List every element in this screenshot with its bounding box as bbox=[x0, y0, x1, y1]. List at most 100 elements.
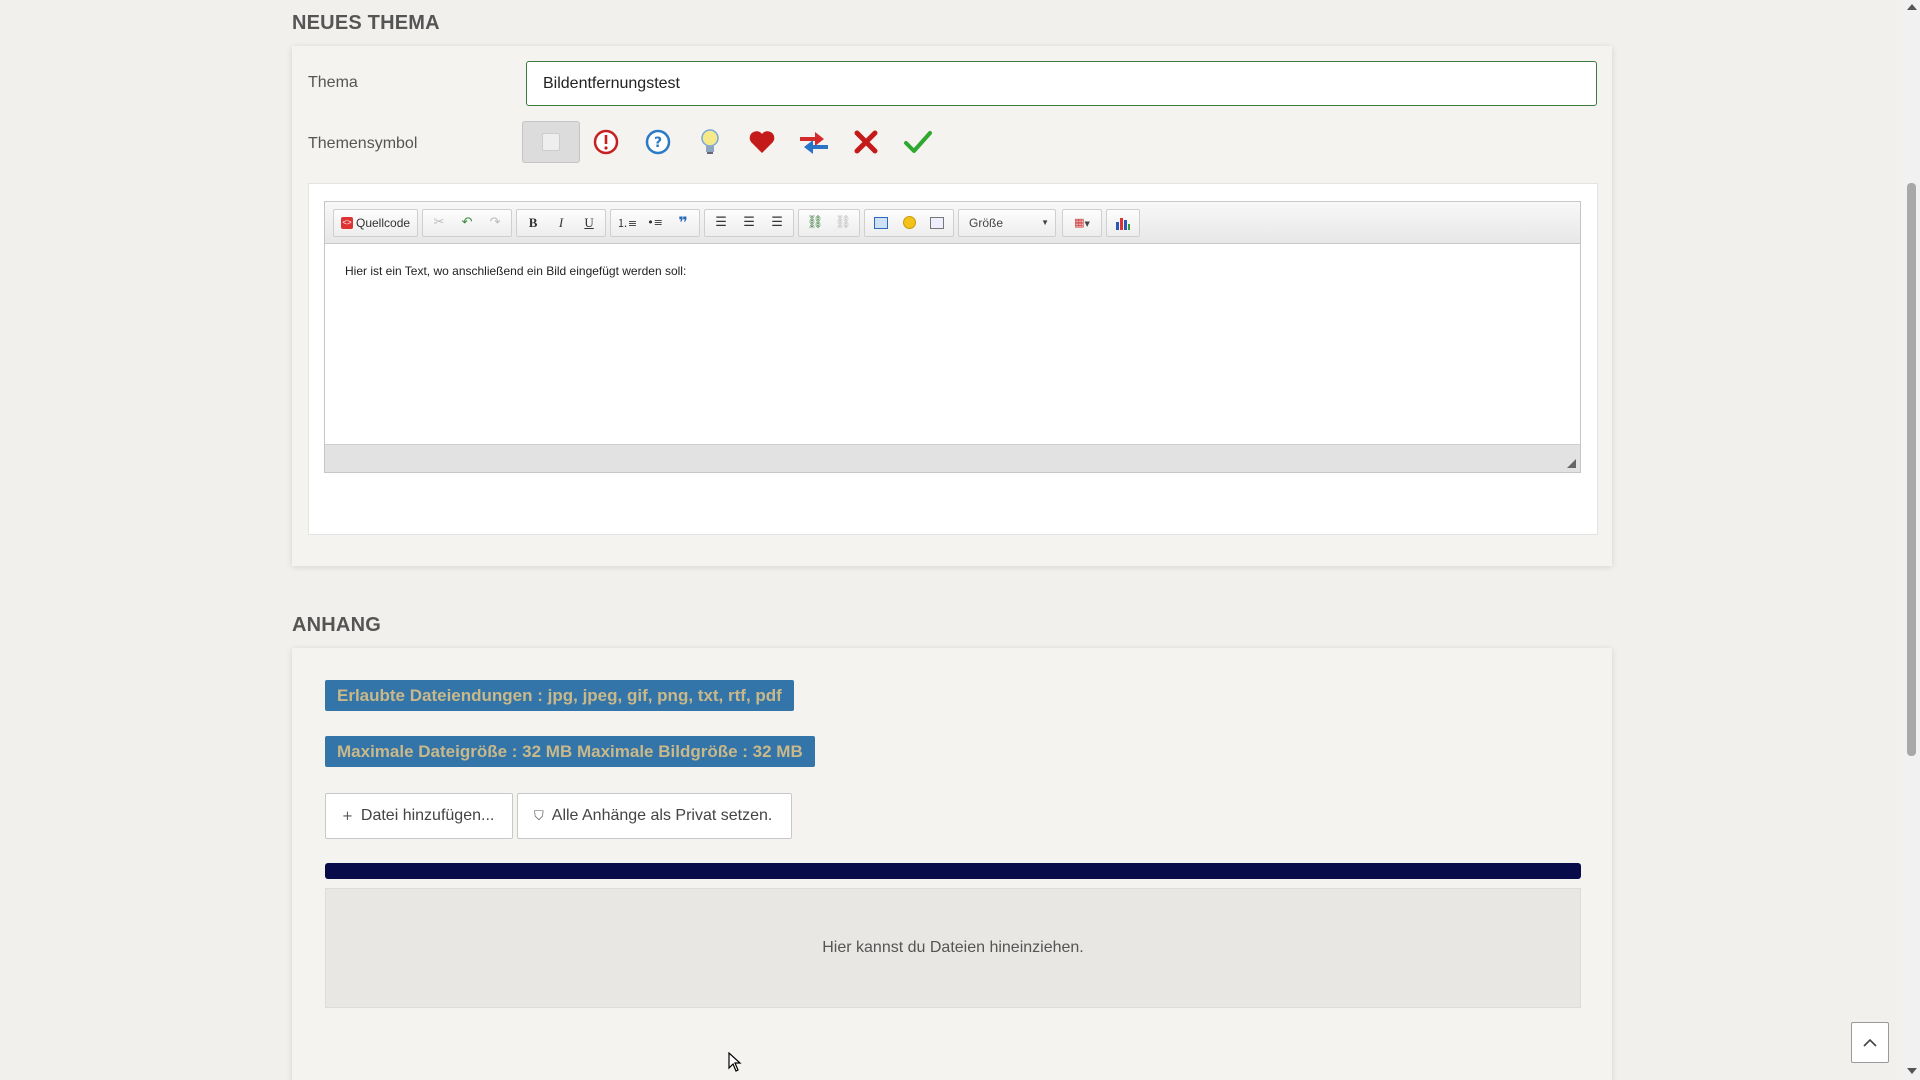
underline-icon: U bbox=[584, 214, 594, 230]
align-center-button[interactable]: ☰ bbox=[735, 211, 763, 235]
editor-toolbar: <> Quellcode ✂ ↶ ↷ B I U ⒈≡ •≡ ❞ ☰ ☰ ☰ ⛓… bbox=[325, 202, 1580, 244]
attachment-panel: Erlaubte Dateiendungen : jpg, jpeg, gif,… bbox=[292, 648, 1612, 1080]
smiley-icon bbox=[902, 216, 916, 229]
undo-button[interactable]: ↶ bbox=[453, 211, 481, 235]
symbol-none[interactable] bbox=[522, 121, 580, 163]
chevron-down-icon: ▼ bbox=[1041, 218, 1050, 227]
symbol-question[interactable]: ? bbox=[632, 121, 684, 163]
scroll-down-arrow-icon[interactable] bbox=[1907, 1068, 1917, 1074]
link-group: ⛓ ⛓ bbox=[798, 208, 861, 237]
cut-button[interactable]: ✂ bbox=[425, 211, 453, 235]
dropzone-text: Hier kannst du Dateien hineinziehen. bbox=[822, 939, 1084, 956]
source-group: <> Quellcode bbox=[333, 208, 419, 237]
rich-text-editor: <> Quellcode ✂ ↶ ↷ B I U ⒈≡ •≡ ❞ ☰ ☰ ☰ ⛓… bbox=[324, 201, 1581, 473]
align-left-icon: ☰ bbox=[715, 215, 727, 230]
checkmark-icon bbox=[904, 131, 932, 153]
allowed-extensions-badge: Erlaubte Dateiendungen : jpg, jpeg, gif,… bbox=[325, 680, 794, 711]
set-private-label: Alle Anhänge als Privat setzen. bbox=[551, 807, 773, 824]
back-to-top-button[interactable] bbox=[1851, 1022, 1889, 1063]
align-left-button[interactable]: ☰ bbox=[707, 211, 735, 235]
align-group: ☰ ☰ ☰ bbox=[704, 208, 795, 237]
color-button[interactable]: ▦▼ bbox=[1065, 211, 1099, 235]
history-group: ✂ ↶ ↷ bbox=[422, 208, 513, 237]
quote-icon: ❞ bbox=[678, 213, 688, 232]
source-button[interactable]: <> Quellcode bbox=[336, 211, 415, 235]
italic-button[interactable]: I bbox=[547, 211, 575, 235]
scroll-thumb[interactable] bbox=[1907, 183, 1916, 756]
set-private-button[interactable]: ⛉ Alle Anhänge als Privat setzen. bbox=[517, 793, 792, 839]
plus-icon: + bbox=[342, 808, 353, 824]
embed-icon bbox=[930, 216, 945, 229]
file-dropzone[interactable]: Hier kannst du Dateien hineinziehen. bbox=[325, 888, 1581, 1008]
color-palette-icon: ▦▼ bbox=[1074, 216, 1090, 229]
italic-icon: I bbox=[558, 214, 564, 230]
symbol-label: Themensymbol bbox=[308, 135, 418, 152]
list-group: ⒈≡ •≡ ❞ bbox=[610, 208, 701, 237]
bold-icon: B bbox=[528, 214, 538, 230]
symbol-check[interactable] bbox=[892, 121, 944, 163]
blank-icon bbox=[542, 133, 560, 151]
cut-icon: ✂ bbox=[433, 215, 445, 230]
mouse-cursor-icon bbox=[728, 1052, 742, 1072]
source-icon: <> bbox=[341, 216, 353, 229]
insert-group bbox=[864, 208, 955, 237]
editor-card: <> Quellcode ✂ ↶ ↷ B I U ⒈≡ •≡ ❞ ☰ ☰ ☰ ⛓… bbox=[308, 183, 1598, 535]
heart-icon bbox=[749, 131, 775, 153]
add-file-button[interactable]: + Datei hinzufügen... bbox=[325, 793, 513, 839]
upload-progress-bar bbox=[325, 863, 1581, 879]
color-group: ▦▼ bbox=[1062, 208, 1103, 237]
bullet-list-button[interactable]: •≡ bbox=[641, 211, 669, 235]
bold-button[interactable]: B bbox=[519, 211, 547, 235]
new-topic-panel: Thema Themensymbol ? bbox=[292, 46, 1612, 566]
chevron-up-icon bbox=[1863, 1038, 1877, 1047]
lightbulb-icon bbox=[701, 129, 719, 154]
scroll-up-arrow-icon[interactable] bbox=[1907, 4, 1917, 10]
align-right-button[interactable]: ☰ bbox=[763, 211, 791, 235]
unlink-button[interactable]: ⛓ bbox=[829, 211, 857, 235]
unlink-icon: ⛓ bbox=[834, 215, 852, 230]
underline-button[interactable]: U bbox=[575, 211, 603, 235]
smiley-button[interactable] bbox=[895, 211, 923, 235]
source-button-label: Quellcode bbox=[356, 215, 411, 230]
blockquote-button[interactable]: ❞ bbox=[669, 211, 697, 235]
bullet-list-icon: •≡ bbox=[647, 216, 663, 229]
size-dropdown[interactable]: Größe ▼ bbox=[958, 208, 1057, 237]
image-icon bbox=[874, 216, 889, 229]
chart-group bbox=[1106, 208, 1141, 237]
ordered-list-icon: ⒈≡ bbox=[616, 216, 638, 230]
symbol-arrows[interactable] bbox=[788, 121, 840, 163]
undo-icon: ↶ bbox=[461, 215, 473, 230]
question-icon: ? bbox=[645, 129, 671, 155]
chart-button[interactable] bbox=[1109, 211, 1137, 235]
embed-button[interactable] bbox=[923, 211, 951, 235]
arrows-icon bbox=[800, 132, 828, 154]
shield-icon: ⛉ bbox=[534, 808, 544, 824]
editor-statusbar bbox=[325, 444, 1580, 472]
align-right-icon: ☰ bbox=[771, 215, 783, 230]
editor-content[interactable]: Hier ist ein Text, wo anschließend ein B… bbox=[325, 244, 1580, 444]
add-file-label: Datei hinzufügen... bbox=[360, 807, 495, 824]
ordered-list-button[interactable]: ⒈≡ bbox=[613, 211, 641, 235]
symbol-heart[interactable] bbox=[736, 121, 788, 163]
symbol-lightbulb[interactable] bbox=[684, 121, 736, 163]
symbol-cross[interactable] bbox=[840, 121, 892, 163]
max-size-badge: Maximale Dateigröße : 32 MB Maximale Bil… bbox=[325, 736, 815, 767]
format-group: B I U bbox=[516, 208, 607, 237]
attachment-heading: ANHANG bbox=[292, 614, 381, 636]
align-center-icon: ☰ bbox=[743, 215, 755, 230]
size-dropdown-label: Größe bbox=[969, 215, 1004, 230]
cross-icon bbox=[854, 130, 878, 154]
link-button[interactable]: ⛓ bbox=[801, 211, 829, 235]
symbol-exclamation[interactable] bbox=[580, 121, 632, 163]
topic-symbol-picker: ? bbox=[522, 121, 944, 163]
redo-icon: ↷ bbox=[489, 215, 501, 230]
image-button[interactable] bbox=[867, 211, 895, 235]
exclamation-icon bbox=[593, 129, 619, 155]
topic-input[interactable] bbox=[526, 61, 1597, 106]
page-scrollbar[interactable] bbox=[1903, 0, 1920, 1080]
bar-chart-icon bbox=[1116, 217, 1131, 230]
redo-button[interactable]: ↷ bbox=[481, 211, 509, 235]
new-topic-heading: NEUES THEMA bbox=[292, 12, 440, 34]
svg-text:?: ? bbox=[654, 135, 662, 151]
resize-handle-icon[interactable] bbox=[1567, 459, 1576, 468]
